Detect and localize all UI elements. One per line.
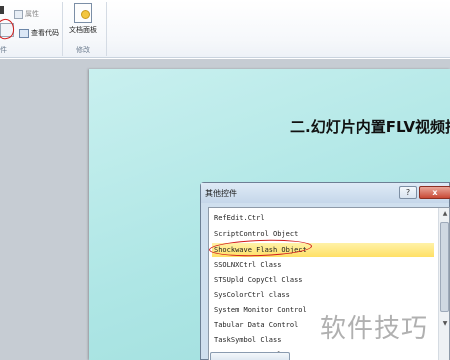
scroll-down-icon[interactable]: ▼ xyxy=(441,320,449,328)
properties-label: 属性 xyxy=(25,10,39,18)
scrollbar-thumb[interactable] xyxy=(440,222,449,312)
list-item[interactable]: ScriptControl Object xyxy=(212,227,434,241)
control-icon[interactable] xyxy=(0,6,4,14)
document-panel-icon xyxy=(74,3,92,23)
list-item[interactable]: SysColorCtrl class xyxy=(212,288,434,302)
list-item-selected[interactable]: Shockwave Flash Object xyxy=(212,243,434,257)
list-item[interactable]: STSUpld CopyCtl Class xyxy=(212,273,434,287)
group-divider xyxy=(106,2,107,56)
dialog-title: 其他控件 xyxy=(205,189,237,198)
help-button[interactable]: ? xyxy=(399,186,417,199)
list-item[interactable]: RefEdit.Ctrl xyxy=(212,211,434,225)
scroll-up-icon[interactable]: ▲ xyxy=(441,210,449,218)
document-panel-label: 文档面板 xyxy=(69,26,97,34)
document-panel-button[interactable]: 文档面板 xyxy=(65,2,101,42)
modify-group-label: 修改 xyxy=(76,46,90,54)
close-button[interactable]: x xyxy=(419,186,450,199)
view-code-button[interactable]: 查看代码 xyxy=(19,26,59,40)
dialog-titlebar[interactable]: 其他控件 ? x xyxy=(201,183,450,203)
ribbon: 属性 查看代码 件 文档面板 修改 xyxy=(0,0,450,58)
vertical-scrollbar[interactable]: ▲ ▼ xyxy=(438,208,449,360)
slide-title[interactable]: 二.幻灯片内置FLV视频搭 xyxy=(290,116,450,137)
ok-button[interactable] xyxy=(210,352,290,360)
controls-group-label: 件 xyxy=(0,46,7,54)
properties-button[interactable]: 属性 xyxy=(14,7,39,21)
properties-icon xyxy=(14,9,23,19)
list-item[interactable]: SSOLNXCtrl Class xyxy=(212,258,434,272)
watermark: 软件技巧 xyxy=(320,314,429,344)
view-code-icon xyxy=(19,28,29,38)
view-code-label: 查看代码 xyxy=(31,29,59,37)
group-divider xyxy=(62,2,63,56)
